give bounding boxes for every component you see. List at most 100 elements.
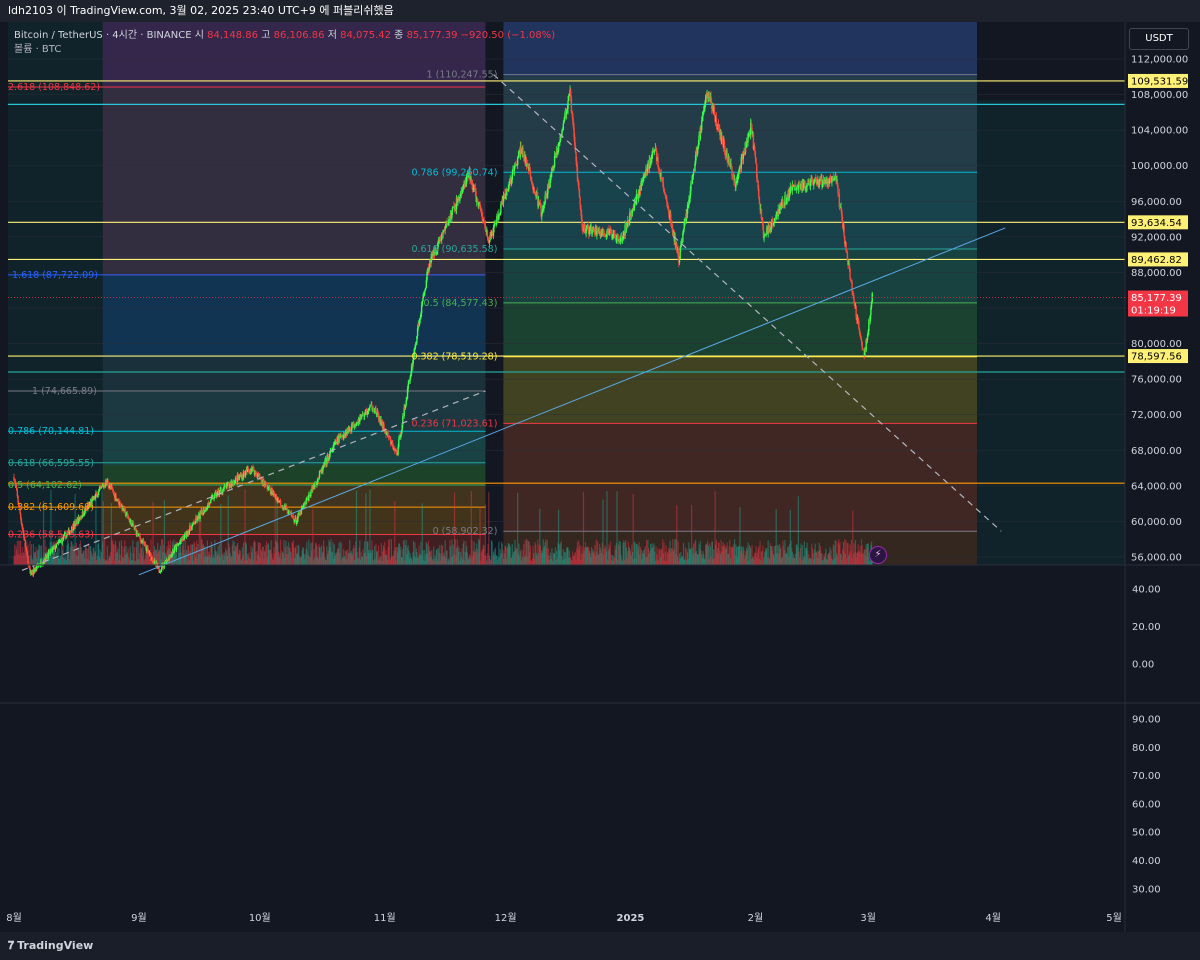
legend-volume: 볼륨 · BTC <box>14 44 62 55</box>
price-tick-13: 60,000.00 <box>1131 517 1182 528</box>
legend-high-label: 고 <box>261 30 271 41</box>
candle-body <box>516 157 519 166</box>
price-tick-12: 64,000.00 <box>1131 481 1182 492</box>
tradingview-logo[interactable]: 𝟕 TradingView <box>8 939 93 953</box>
candle-body <box>670 214 672 223</box>
indicator2-tick-0: 90.00 <box>1132 715 1161 726</box>
candle-body <box>818 180 820 187</box>
indicator1-tick-2: 0.00 <box>1132 660 1154 671</box>
fib-left-zone-7 <box>102 485 486 508</box>
fib-right-label-1: 0.786 (99,260.74) <box>411 167 497 178</box>
price-tick-14: 56,000.00 <box>1131 553 1182 564</box>
candle-body <box>570 97 573 113</box>
candle-body <box>407 384 409 389</box>
candle-body <box>843 226 845 236</box>
candle-body <box>414 345 417 348</box>
volume-bar <box>102 500 104 565</box>
candle-body <box>756 178 759 181</box>
candle-body <box>27 556 29 566</box>
volume-bar <box>606 491 608 565</box>
fib-right-zone-0 <box>503 22 978 76</box>
time-label-9: 5월 <box>1106 912 1122 924</box>
candle-body <box>398 439 400 448</box>
time-label-5: 2025 <box>617 913 645 924</box>
legend-close-value: 85,177.39 <box>406 30 458 41</box>
candle-body <box>107 481 109 486</box>
candle-body <box>406 398 408 401</box>
candle-body <box>755 158 757 165</box>
bottom-bar <box>0 932 1200 960</box>
candle-body <box>851 282 853 293</box>
candle-body <box>269 486 271 491</box>
time-label-4: 12월 <box>495 912 517 924</box>
chart-legend: Bitcoin / TetherUS · 4시간 · BINANCE 시 84,… <box>14 29 555 57</box>
time-label-6: 2월 <box>748 912 764 924</box>
fib-left-zone-6 <box>102 465 486 485</box>
candle-body <box>318 471 321 478</box>
candle-body <box>278 501 280 503</box>
current-price-badge: 85,177.39 <box>1131 293 1182 304</box>
time-label-7: 3월 <box>860 912 876 924</box>
fib-left-label-7: 0.236 (58,525.63) <box>8 530 94 541</box>
candle-body <box>286 508 289 514</box>
candle-body <box>578 182 580 190</box>
legend-open-value: 84,148.86 <box>207 30 259 41</box>
candle-body <box>308 494 310 501</box>
legend-low-label: 저 <box>327 30 337 41</box>
time-label-3: 11월 <box>374 912 396 924</box>
fib-left-zone-5 <box>102 432 486 465</box>
indicator2-tick-3: 60.00 <box>1132 799 1161 810</box>
candle-body <box>758 188 760 197</box>
candle-body <box>838 193 841 208</box>
legend-row-symbol: Bitcoin / TetherUS · 4시간 · BINANCE 시 84,… <box>14 29 555 43</box>
fib-right-label-3: 0.5 (84,577.43) <box>424 298 498 309</box>
currency-unit-button[interactable]: USDT <box>1129 28 1189 50</box>
indicator1-tick-1: 20.00 <box>1132 622 1161 633</box>
candle-body <box>125 515 127 516</box>
candle-body <box>457 199 459 203</box>
candle-body <box>633 203 636 208</box>
price-tick-9: 76,000.00 <box>1131 375 1182 386</box>
candle-countdown: 01:19:19 <box>1131 306 1176 317</box>
price-tick-2: 104,000.00 <box>1131 126 1188 137</box>
price-badge-1: 93,634.54 <box>1131 218 1182 229</box>
candle-body <box>297 514 299 519</box>
legend-high-value: 86,106.86 <box>273 30 325 41</box>
volume-bar <box>312 509 314 565</box>
candle-body <box>754 151 757 159</box>
candle-body <box>561 130 564 131</box>
volume-bar <box>616 491 618 565</box>
time-label-1: 9월 <box>131 912 147 924</box>
fib-right-zone-5 <box>503 357 978 424</box>
candle-body <box>408 381 410 385</box>
volume-bar <box>365 493 367 565</box>
fib-right-zone-4 <box>503 304 978 357</box>
indicator2-tick-6: 30.00 <box>1132 884 1161 895</box>
candle-body <box>97 495 99 498</box>
candle-body <box>763 235 765 238</box>
price-tick-3: 100,000.00 <box>1131 161 1188 172</box>
legend-open-label: 시 <box>194 30 204 41</box>
candle-body <box>700 120 703 131</box>
candle-body <box>305 500 307 505</box>
fib-left-label-6: 0.382 (61,609.69) <box>8 502 94 513</box>
price-tick-8: 80,000.00 <box>1131 339 1182 350</box>
time-label-0: 8월 <box>6 912 22 924</box>
price-chart[interactable]: 2.618 (108,848.62) 1.618 (87,722.09) 1 (74… <box>0 0 1200 932</box>
candle-body <box>640 181 642 191</box>
flash-icon[interactable]: ⚡ <box>869 546 887 564</box>
fib-right-zone-2 <box>503 173 978 249</box>
candle-body <box>201 510 203 513</box>
candle-body <box>754 146 756 152</box>
candle-body <box>223 486 225 489</box>
fib-right-label-4: 0.382 (78,519.28) <box>411 352 497 363</box>
legend-low-value: 84,075.42 <box>340 30 391 41</box>
legend-close-label: 종 <box>394 30 404 41</box>
price-tick-10: 72,000.00 <box>1131 410 1182 421</box>
fib-left-label-0: 2.618 (108,848.62) <box>8 82 100 93</box>
volume-bar <box>632 494 634 565</box>
fib-left-zone-2 <box>102 276 486 357</box>
candle-body <box>568 96 570 101</box>
fib-left-label-1: 1.618 (87,722.09) <box>12 270 98 281</box>
price-tick-1: 108,000.00 <box>1131 90 1188 101</box>
